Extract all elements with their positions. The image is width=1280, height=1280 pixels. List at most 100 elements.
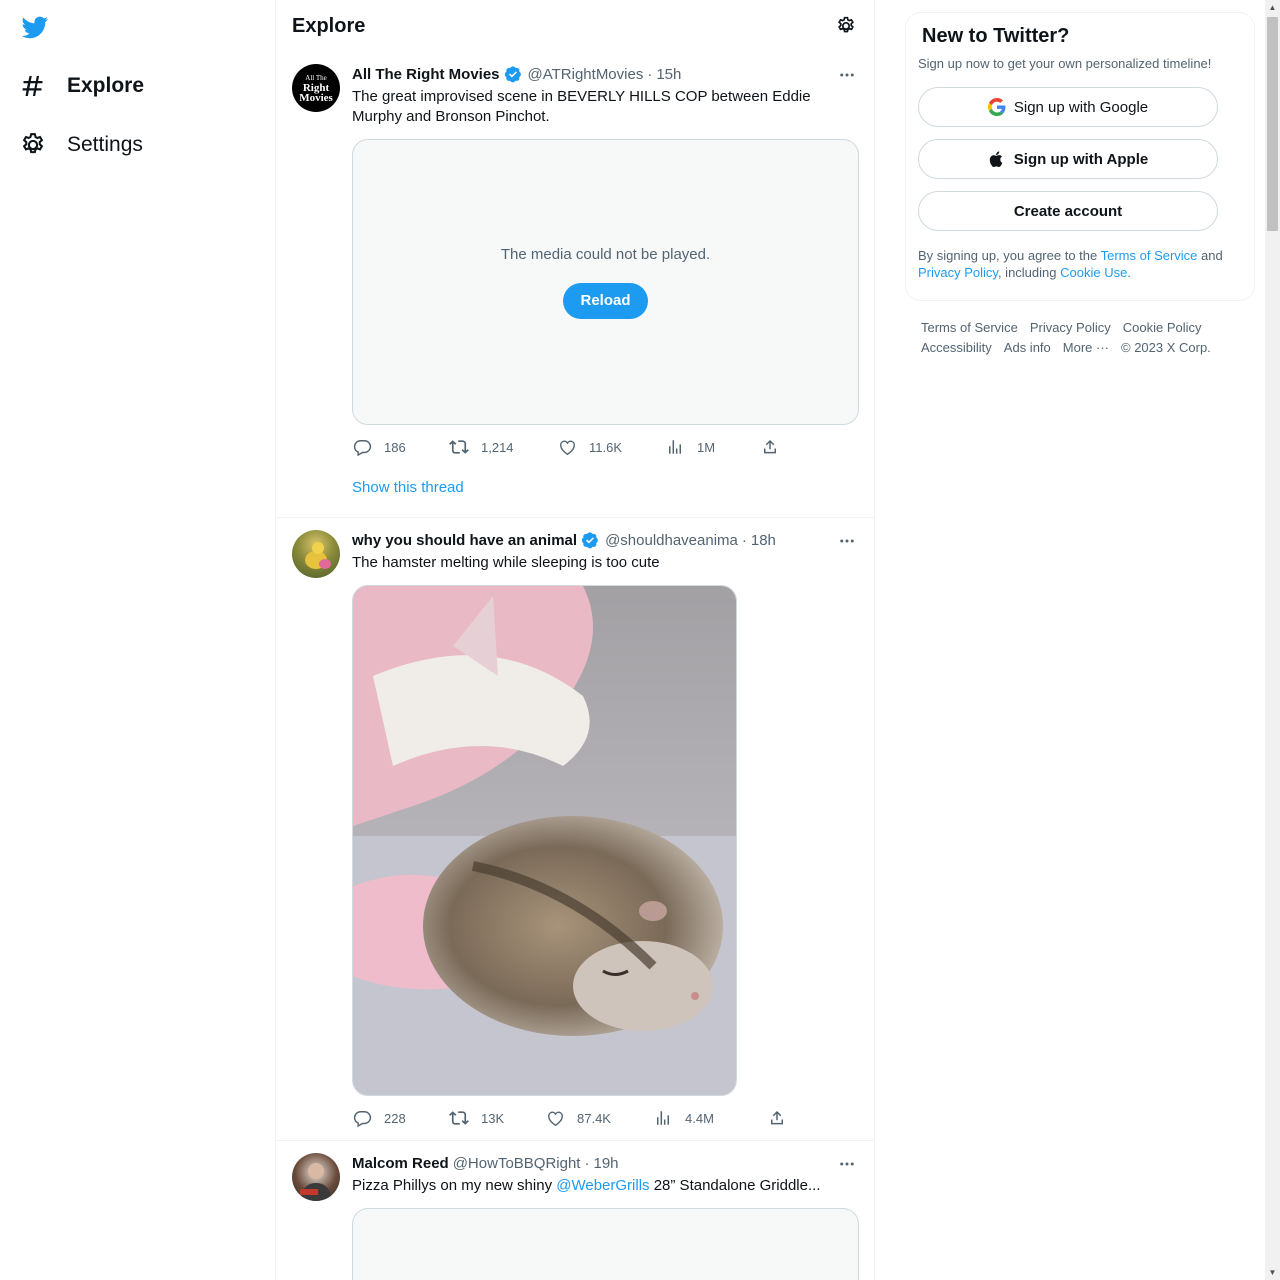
tweet-time[interactable]: 18h [751, 532, 776, 549]
like-count: 87.4K [577, 1110, 611, 1126]
avatar-logo-text: Movies [299, 92, 333, 104]
reply-action[interactable]: 228 [352, 1108, 449, 1128]
like-action[interactable]: 87.4K [545, 1108, 653, 1128]
separator-dot: · [741, 531, 747, 549]
reply-count: 186 [384, 439, 406, 455]
signup-legal-text: By signing up, you agree to the Terms of… [918, 247, 1242, 281]
hamster-photo-image [353, 586, 736, 1095]
signup-google-button[interactable]: Sign up with Google [918, 87, 1218, 127]
page-title: Explore [292, 14, 366, 37]
scroll-down-arrow-icon[interactable]: ▼ [1268, 1268, 1277, 1277]
views-count: 4.4M [685, 1110, 714, 1126]
retweet-action[interactable]: 1,214 [449, 437, 557, 457]
footer-link-cookie[interactable]: Cookie Policy [1123, 318, 1202, 338]
share-action[interactable] [767, 1108, 787, 1128]
settings-gear-icon[interactable] [834, 14, 858, 38]
more-options-icon[interactable] [836, 64, 858, 86]
separator-dot: · [647, 65, 653, 83]
legal-text-part: By signing up, you agree to the [918, 248, 1101, 263]
tweet-header: All The Right Movies @ATRightMovies · 15… [352, 64, 858, 84]
signup-apple-label: Sign up with Apple [1013, 150, 1149, 168]
terms-link[interactable]: Terms of Service [1101, 248, 1198, 263]
tweet[interactable]: All The Right Movies All The Right Movie… [276, 52, 874, 518]
tweet-text-part: Pizza Phillys on my new shiny [352, 1177, 557, 1194]
signup-google-label: Sign up with Google [1013, 98, 1149, 116]
footer-link-privacy[interactable]: Privacy Policy [1030, 318, 1111, 338]
tweet-photo[interactable] [352, 585, 737, 1096]
tweet-text: The hamster melting while sleeping is to… [352, 554, 660, 571]
footer-link-accessibility[interactable]: Accessibility [921, 338, 992, 358]
media-error-box: The media could not be played. Reload [352, 139, 859, 425]
tweet-body: All The Right Movies @ATRightMovies · 15… [352, 64, 859, 512]
views-action[interactable]: 4.4M [653, 1108, 767, 1128]
tweet-time[interactable]: 15h [656, 66, 681, 83]
reload-button[interactable]: Reload [563, 282, 648, 319]
verified-badge-icon [504, 66, 521, 83]
reply-count: 228 [384, 1110, 406, 1126]
like-action[interactable]: 11.6K [557, 437, 665, 457]
more-options-icon[interactable] [836, 1153, 858, 1175]
retweet-icon [449, 1108, 469, 1128]
author-handle[interactable]: @ATRightMovies [528, 66, 644, 83]
page-header: Explore [276, 0, 874, 52]
gear-icon [20, 132, 46, 158]
copyright: © 2023 X Corp. [1121, 340, 1211, 355]
legal-text-part: , including [997, 265, 1061, 280]
tweet[interactable]: why you should have an animal @shouldhav… [276, 518, 874, 1141]
nav-explore[interactable]: Explore [20, 70, 144, 102]
reply-action[interactable]: 186 [352, 437, 449, 457]
more-options-icon[interactable] [836, 530, 858, 552]
scrollbar-thumb[interactable] [1267, 17, 1278, 231]
like-count: 11.6K [589, 439, 623, 455]
author-name[interactable]: why you should have an animal [352, 532, 577, 549]
tweet-actions: 228 13K 87.4K 4.4M [352, 1096, 858, 1140]
footer-link-terms[interactable]: Terms of Service [921, 318, 1018, 338]
reply-icon [352, 437, 372, 457]
author-handle[interactable]: @HowToBBQRight [453, 1155, 581, 1172]
author-name[interactable]: Malcom Reed [352, 1155, 449, 1172]
main-timeline: Explore All The Right Movies All The Rig… [275, 0, 875, 1280]
heart-icon [545, 1108, 565, 1128]
separator-dot: · [584, 1154, 590, 1172]
tweet-text: The great improvised scene in BEVERLY HI… [352, 88, 811, 125]
analytics-icon [665, 437, 685, 457]
create-account-button[interactable]: Create account [918, 191, 1218, 231]
author-handle[interactable]: @shouldhaveanima [605, 532, 738, 549]
tweet-time[interactable]: 19h [593, 1155, 618, 1172]
tweet[interactable]: Malcom Reed @HowToBBQRight · 19h Pizza P… [276, 1141, 874, 1280]
reply-icon [352, 1108, 372, 1128]
show-thread-link[interactable]: Show this thread [352, 479, 858, 512]
retweet-count: 13K [481, 1110, 505, 1126]
twitter-logo-icon[interactable] [20, 14, 50, 41]
scroll-up-arrow-icon[interactable]: ▲ [1268, 3, 1277, 12]
share-action[interactable] [760, 437, 780, 457]
signup-card: New to Twitter? Sign up now to get your … [905, 12, 1255, 301]
mention-link[interactable]: @WeberGrills [556, 1177, 649, 1194]
footer-links: Terms of Service Privacy Policy Cookie Pol… [921, 318, 1241, 358]
hashtag-icon [20, 73, 46, 99]
nav-settings-label: Settings [67, 133, 143, 156]
nav-settings[interactable]: Settings [20, 129, 143, 161]
share-icon [760, 437, 780, 457]
left-navigation: Explore Settings [0, 0, 275, 1280]
tweet-header: Malcom Reed @HowToBBQRight · 19h [352, 1153, 858, 1173]
avatar[interactable] [292, 1153, 340, 1201]
tweet-media[interactable] [352, 1208, 859, 1280]
cookie-use-link[interactable]: Cookie Use. [1060, 265, 1131, 280]
footer-more-button[interactable]: More ··· [1063, 338, 1109, 358]
avatar[interactable]: All The Right Movies [292, 64, 340, 112]
author-name[interactable]: All The Right Movies [352, 66, 500, 83]
legal-text-part: and [1197, 248, 1223, 263]
privacy-link[interactable]: Privacy Policy [918, 265, 998, 280]
retweet-action[interactable]: 13K [449, 1108, 545, 1128]
verified-badge-icon [581, 532, 598, 549]
duck-avatar-icon [305, 542, 331, 569]
avatar[interactable] [292, 530, 340, 578]
views-action[interactable]: 1M [665, 437, 760, 457]
signup-apple-button[interactable]: Sign up with Apple [918, 139, 1218, 179]
footer-link-ads[interactable]: Ads info [1004, 338, 1051, 358]
tweet-header: why you should have an animal @shouldhav… [352, 530, 858, 550]
signup-title: New to Twitter? [922, 25, 1070, 47]
tweet-text: Pizza Phillys on my new shiny @WeberGril… [352, 1176, 858, 1196]
scrollbar[interactable]: ▲ ▼ [1265, 0, 1280, 1280]
